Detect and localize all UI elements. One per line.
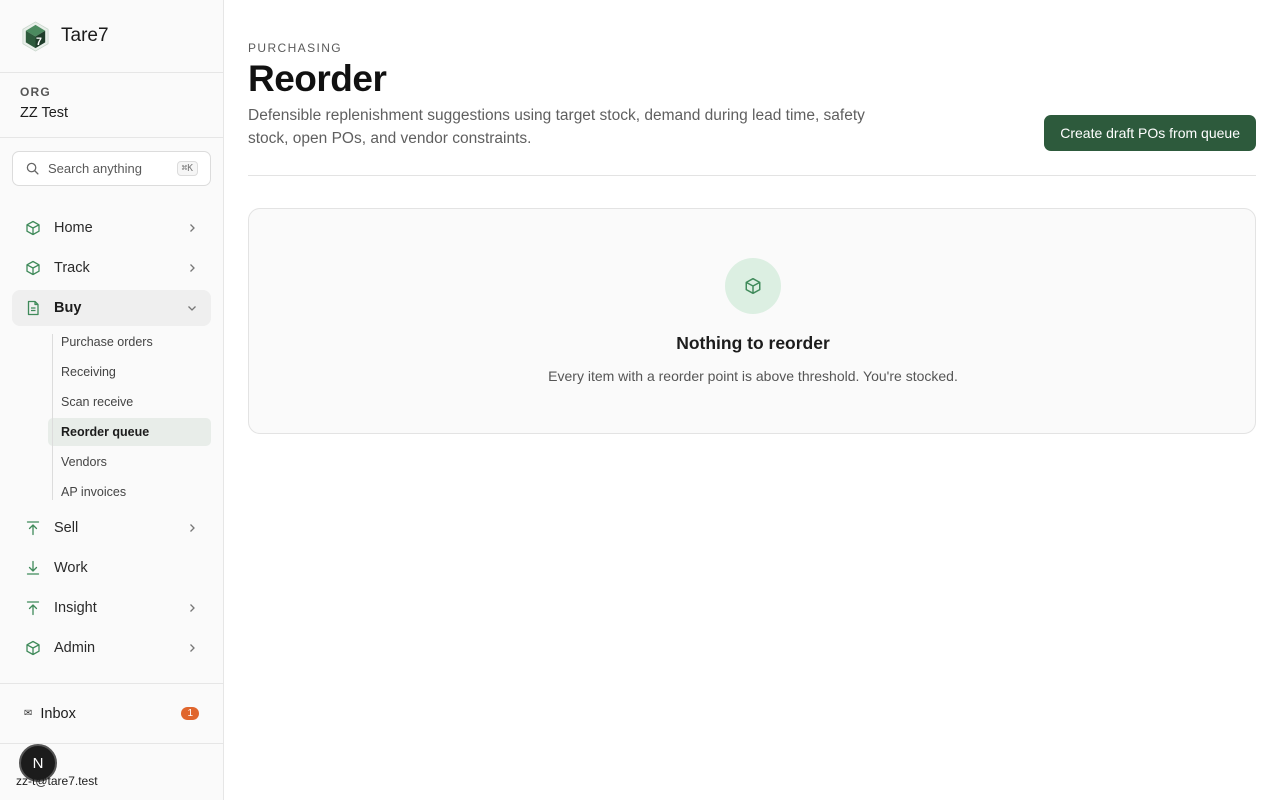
sidebar-item-label: Buy xyxy=(54,300,82,316)
sidebar-item-admin[interactable]: Admin xyxy=(12,630,211,666)
sidebar-nav: Home Track Buy Purchase orders Receiving… xyxy=(12,210,211,670)
document-icon xyxy=(24,300,41,317)
sidebar-item-label: Admin xyxy=(54,640,96,656)
arrow-up-icon xyxy=(24,520,41,537)
user-email: zz-t@tare7.test xyxy=(16,774,98,788)
org-name: ZZ Test xyxy=(20,105,69,121)
hexagon-logo-icon: 7 xyxy=(22,21,49,51)
sidebar-item-label: Work xyxy=(54,560,88,576)
box-icon xyxy=(24,640,41,657)
empty-state-title: Nothing to reorder xyxy=(676,333,830,353)
subnav-item-scan-receive[interactable]: Scan receive xyxy=(48,388,211,416)
inbox-count-badge: 1 xyxy=(181,707,199,720)
box-icon xyxy=(24,220,41,237)
brand-name: Tare7 xyxy=(61,25,109,46)
sidebar: 7 Tare7 ORG ZZ Test ⌘K Home Track xyxy=(0,0,224,800)
search-icon xyxy=(26,162,39,175)
subnav-item-ap-invoices[interactable]: AP invoices xyxy=(48,478,211,506)
sidebar-item-buy[interactable]: Buy xyxy=(12,290,211,326)
box-icon xyxy=(24,260,41,277)
empty-state-icon-circle xyxy=(725,258,781,314)
arrow-up-icon xyxy=(24,600,41,617)
page-title: Reorder xyxy=(248,58,387,99)
page-eyebrow: PURCHASING xyxy=(248,41,343,55)
chevron-right-icon xyxy=(190,524,195,532)
arrow-down-icon xyxy=(24,560,41,577)
svg-text:7: 7 xyxy=(36,36,42,48)
empty-state-card: Nothing to reorder Every item with a reo… xyxy=(248,208,1256,434)
sidebar-item-label: Track xyxy=(54,260,90,276)
sidebar-item-label: Sell xyxy=(54,520,79,536)
sidebar-item-sell[interactable]: Sell xyxy=(12,510,211,546)
sidebar-item-label: Home xyxy=(54,220,93,236)
chevron-right-icon xyxy=(190,604,195,612)
search-shortcut-hint: ⌘K xyxy=(176,161,198,176)
box-icon xyxy=(745,277,761,295)
chevron-down-icon xyxy=(188,306,196,311)
page-description: Defensible replenishment suggestions usi… xyxy=(248,107,865,147)
subnav-item-receiving[interactable]: Receiving xyxy=(48,358,211,386)
chevron-right-icon xyxy=(190,224,195,232)
subnav-item-purchase-orders[interactable]: Purchase orders xyxy=(48,328,211,356)
subnav-item-vendors[interactable]: Vendors xyxy=(48,448,211,476)
header-divider xyxy=(248,175,1256,176)
sidebar-item-track[interactable]: Track xyxy=(12,250,211,286)
sidebar-item-home[interactable]: Home xyxy=(12,210,211,246)
org-switcher[interactable]: ORG ZZ Test xyxy=(0,73,223,138)
inbox-link[interactable]: ✉ Inbox 1 xyxy=(0,683,223,744)
inbox-label: Inbox xyxy=(40,705,76,722)
chevron-right-icon xyxy=(190,264,195,272)
sidebar-item-insight[interactable]: Insight xyxy=(12,590,211,626)
empty-state-message: Every item with a reorder point is above… xyxy=(548,368,958,384)
create-draft-pos-button[interactable]: Create draft POs from queue xyxy=(1044,115,1256,151)
sidebar-item-label: Insight xyxy=(54,600,97,616)
chevron-right-icon xyxy=(190,644,195,652)
brand[interactable]: 7 Tare7 xyxy=(0,0,223,73)
sidebar-item-work[interactable]: Work xyxy=(12,550,211,586)
buy-subnav: Purchase orders Receiving Scan receive R… xyxy=(48,328,211,506)
search-input[interactable] xyxy=(48,161,177,176)
search-box[interactable]: ⌘K xyxy=(12,151,211,186)
subnav-item-reorder-queue[interactable]: Reorder queue xyxy=(48,418,211,446)
org-label: ORG xyxy=(20,85,51,99)
mail-icon: ✉ xyxy=(24,708,33,719)
